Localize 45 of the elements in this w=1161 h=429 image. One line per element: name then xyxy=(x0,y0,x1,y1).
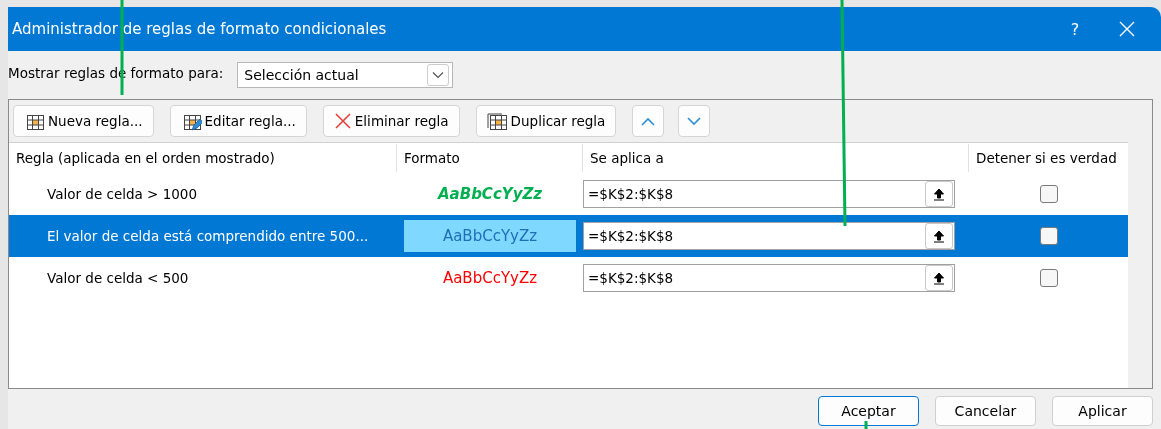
rule-text: Valor de celda < 500 xyxy=(46,270,190,286)
rule-row[interactable]: Valor de celda < 500 AaBbCcYyZz =$K$2:$K$8 xyxy=(9,257,1128,299)
collapse-button[interactable] xyxy=(925,223,953,249)
column-header: Se aplica a xyxy=(583,144,969,172)
rule-row[interactable]: Valor de celda > 1000 AaBbCcYyZz =$K$2:$K$8 xyxy=(9,173,1128,215)
range-field[interactable]: =$K$2:$K$8 xyxy=(583,264,955,292)
stop-checkbox[interactable] xyxy=(1040,227,1058,245)
delete-rule-button[interactable]: Eliminar regla xyxy=(322,105,460,137)
chevron-down-icon xyxy=(432,71,445,79)
leader-line xyxy=(864,421,868,429)
collapse-button[interactable] xyxy=(925,181,953,207)
edit-rule-button[interactable]: Editar regla... xyxy=(169,105,307,137)
format-preview: AaBbCcYyZz xyxy=(442,269,538,287)
column-header: Formato xyxy=(397,144,583,172)
new-rule-button[interactable]: Nueva regla... xyxy=(13,105,154,137)
delete-icon xyxy=(333,112,352,130)
dialog-button[interactable]: Cancelar xyxy=(935,396,1036,426)
column-header: Regla (aplicada en el orden mostrado) xyxy=(9,144,397,172)
stop-checkbox[interactable] xyxy=(1040,269,1058,287)
table-copy-icon xyxy=(486,111,508,131)
rule-row[interactable]: El valor de celda está comprendido entre 500... AaBbCcYyZz =$K$2:$K$8 xyxy=(9,215,1128,257)
show-rules-dropdown[interactable]: Selección actual xyxy=(237,62,454,88)
range-field[interactable]: =$K$2:$K$8 xyxy=(583,180,955,208)
duplicate-rule-button[interactable]: Duplicar regla xyxy=(475,105,617,137)
rule-text: Valor de celda > 1000 xyxy=(46,186,199,202)
move-down-button[interactable] xyxy=(678,105,711,137)
window-title: Administrador de reglas de formato condicionales xyxy=(11,20,388,38)
move-up-button[interactable] xyxy=(632,105,665,137)
help-button[interactable]: ? xyxy=(1051,7,1099,51)
dialog-button[interactable]: Aceptar xyxy=(818,396,919,426)
rule-text: El valor de celda está comprendido entre 500... xyxy=(46,228,370,244)
close-icon xyxy=(1119,21,1135,37)
dialog-button[interactable]: Aplicar xyxy=(1052,396,1153,426)
format-preview: AaBbCcYyZz xyxy=(437,185,543,203)
column-header: Detener si es verdad xyxy=(975,149,1118,168)
chevron-up-icon xyxy=(641,116,656,126)
dropdown-button[interactable] xyxy=(427,64,450,86)
upload-arrow-icon xyxy=(933,271,945,285)
collapse-button[interactable] xyxy=(925,265,953,291)
upload-arrow-icon xyxy=(933,229,945,243)
stop-checkbox[interactable] xyxy=(1040,185,1058,203)
range-field[interactable]: =$K$2:$K$8 xyxy=(583,222,955,250)
format-preview: AaBbCcYyZz xyxy=(442,227,538,245)
chevron-down-icon xyxy=(687,116,702,126)
upload-arrow-icon xyxy=(933,187,945,201)
